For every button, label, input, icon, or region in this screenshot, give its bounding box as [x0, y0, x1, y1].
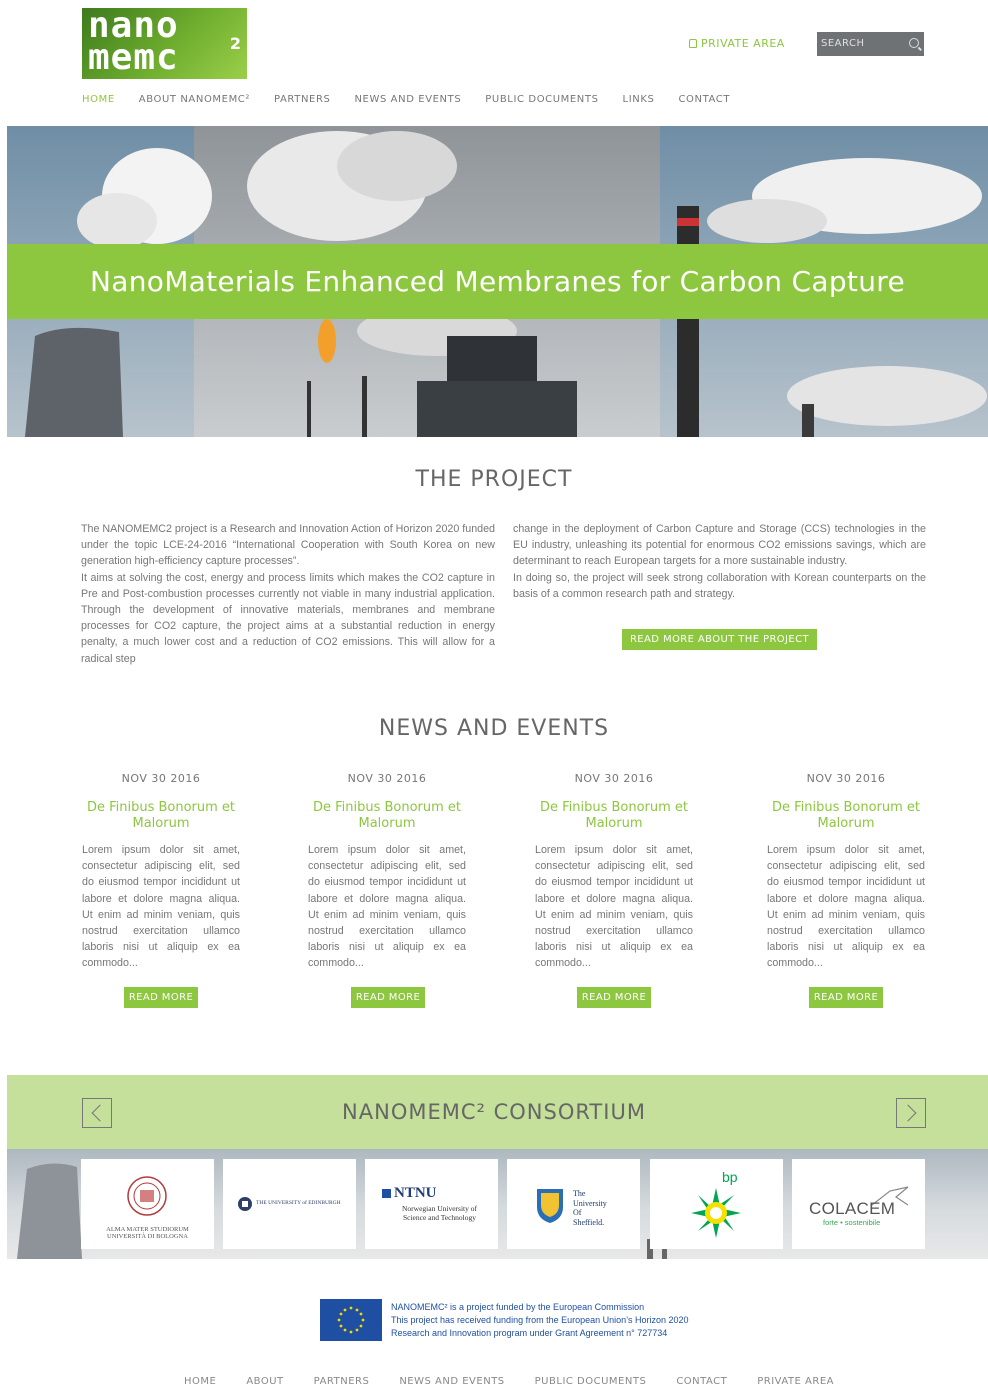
bologna-line1: ALMA MATER STUDIORUM — [106, 1226, 189, 1233]
logo-line2: memc — [88, 37, 179, 78]
read-more-button[interactable]: READ MORE — [809, 987, 883, 1008]
bologna-line2: UNIVERSITÀ DI BOLOGNA — [107, 1233, 188, 1240]
news-date: NOV 30 2016 — [806, 772, 886, 785]
project-right-p1: change in the deployment of Carbon Captu… — [513, 523, 926, 568]
partner-logo-ntnu[interactable]: NTNU Norwegian University of Science and… — [365, 1159, 498, 1249]
eu-stars-icon — [337, 1306, 365, 1334]
bp-name: bp — [722, 1169, 738, 1185]
hero-title: NanoMaterials Enhanced Membranes for Car… — [7, 244, 988, 319]
sheffield-line3: Of — [573, 1208, 582, 1217]
project-right-p2: In doing so, the project will seek stron… — [513, 571, 926, 600]
read-more-button[interactable]: READ MORE — [124, 987, 198, 1008]
sheffield-line1: The — [573, 1189, 586, 1198]
footer-nav-about[interactable]: ABOUT — [246, 1376, 283, 1387]
news-item-body: Lorem ipsum dolor sit amet, consectetur … — [535, 844, 693, 970]
nav-partners[interactable]: PARTNERS — [274, 94, 330, 108]
news-title: NEWS AND EVENTS — [378, 716, 610, 741]
ntnu-square-icon — [382, 1189, 391, 1198]
carousel-prev-icon[interactable] — [82, 1098, 112, 1128]
search-icon[interactable] — [909, 38, 919, 48]
edinburgh-name: THE UNIVERSITY of EDINBURGH — [256, 1200, 341, 1206]
partner-logo-sheffield[interactable]: The University Of Sheffield. — [507, 1159, 640, 1249]
ntnu-subtitle: Norwegian University of Science and Tech… — [365, 1204, 498, 1222]
project-left-p2: It aims at solving the cost, energy and … — [81, 571, 495, 665]
nav-links[interactable]: LINKS — [623, 94, 655, 108]
eu-flag-icon — [320, 1299, 382, 1341]
news-item-title[interactable]: De Finibus Bonorum et Malorum — [535, 800, 693, 832]
nav-contact[interactable]: CONTACT — [678, 94, 730, 108]
footer-nav-partners[interactable]: PARTNERS — [314, 1376, 370, 1387]
eu-funding-line2: This project has received funding from t… — [391, 1315, 689, 1325]
news-item-title[interactable]: De Finibus Bonorum et Malorum — [308, 800, 466, 832]
sheffield-shield-icon — [537, 1189, 563, 1223]
ntnu-name: NTNU — [394, 1185, 437, 1201]
news-item-title[interactable]: De Finibus Bonorum et Malorum — [767, 800, 925, 832]
logo-superscript: 2 — [229, 34, 241, 53]
bp-helios-icon — [691, 1188, 741, 1238]
eu-funding-line1: NANOMEMC² is a project funded by the Eur… — [391, 1302, 645, 1312]
news-date: NOV 30 2016 — [574, 772, 654, 785]
footer-nav-home[interactable]: HOME — [184, 1376, 216, 1387]
main-nav: HOME ABOUT NANOMEMC² PARTNERS NEWS AND E… — [82, 94, 754, 108]
partner-logo-colacem[interactable]: COLACEM forte • sostenibile — [792, 1159, 925, 1249]
project-title: THE PROJECT — [415, 467, 573, 492]
search-placeholder: SEARCH — [821, 38, 865, 49]
eu-funding-line3: Research and Innovation program under Gr… — [391, 1328, 668, 1338]
read-more-button[interactable]: READ MORE — [351, 987, 425, 1008]
ntnu-line2: Science and Technology — [402, 1213, 477, 1222]
colacem-name: COLACEM — [809, 1199, 896, 1218]
ntnu-line1: Norwegian University of — [402, 1204, 477, 1213]
bologna-name: ALMA MATER STUDIORUM UNIVERSITÀ DI BOLOG… — [81, 1226, 214, 1240]
lock-icon — [689, 39, 697, 48]
edinburgh-crest-icon — [238, 1197, 252, 1211]
private-area-label: PRIVATE AREA — [701, 37, 785, 50]
private-area-link[interactable]: PRIVATE AREA — [689, 37, 785, 50]
news-item-title[interactable]: De Finibus Bonorum et Malorum — [82, 800, 240, 832]
partner-logo-bologna[interactable]: ALMA MATER STUDIORUM UNIVERSITÀ DI BOLOG… — [81, 1159, 214, 1249]
partner-logo-edinburgh[interactable]: THE UNIVERSITY of EDINBURGH — [223, 1159, 356, 1249]
search-input[interactable]: SEARCH — [817, 32, 924, 56]
footer-nav: HOME ABOUT PARTNERS NEWS AND EVENTS PUBL… — [184, 1376, 864, 1387]
nav-about[interactable]: ABOUT NANOMEMC² — [139, 94, 250, 108]
news-date: NOV 30 2016 — [347, 772, 427, 785]
project-left-p1: The NANOMEMC2 project is a Research and … — [81, 523, 495, 568]
sheffield-name: The University Of Sheffield. — [573, 1189, 607, 1227]
project-right-text: change in the deployment of Carbon Captu… — [513, 521, 926, 602]
colacem-tagline: forte • sostenibile — [823, 1218, 881, 1227]
news-item-body: Lorem ipsum dolor sit amet, consectetur … — [308, 844, 466, 970]
read-more-button[interactable]: READ MORE — [577, 987, 651, 1008]
project-left-text: The NANOMEMC2 project is a Research and … — [81, 521, 495, 667]
read-more-project-button[interactable]: READ MORE ABOUT THE PROJECT — [622, 629, 817, 650]
news-item-body: Lorem ipsum dolor sit amet, consectetur … — [82, 844, 240, 970]
footer-nav-private-area[interactable]: PRIVATE AREA — [757, 1376, 834, 1387]
footer-nav-public-documents[interactable]: PUBLIC DOCUMENTS — [535, 1376, 647, 1387]
footer-nav-news-events[interactable]: NEWS AND EVENTS — [399, 1376, 504, 1387]
sheffield-line4: Sheffield. — [573, 1217, 605, 1227]
consortium-title: NANOMEMC² CONSORTIUM — [342, 1100, 646, 1124]
news-date: NOV 30 2016 — [121, 772, 201, 785]
news-item-body: Lorem ipsum dolor sit amet, consectetur … — [767, 844, 925, 970]
nav-news-events[interactable]: NEWS AND EVENTS — [354, 94, 461, 108]
nav-home[interactable]: HOME — [82, 94, 115, 108]
footer-nav-contact[interactable]: CONTACT — [676, 1376, 727, 1387]
sheffield-line2: University — [573, 1198, 607, 1208]
nav-public-documents[interactable]: PUBLIC DOCUMENTS — [485, 94, 598, 108]
site-logo[interactable]: nano memc 2 — [82, 8, 247, 79]
partner-logo-bp[interactable]: bp — [650, 1159, 783, 1249]
carousel-next-icon[interactable] — [896, 1098, 926, 1128]
